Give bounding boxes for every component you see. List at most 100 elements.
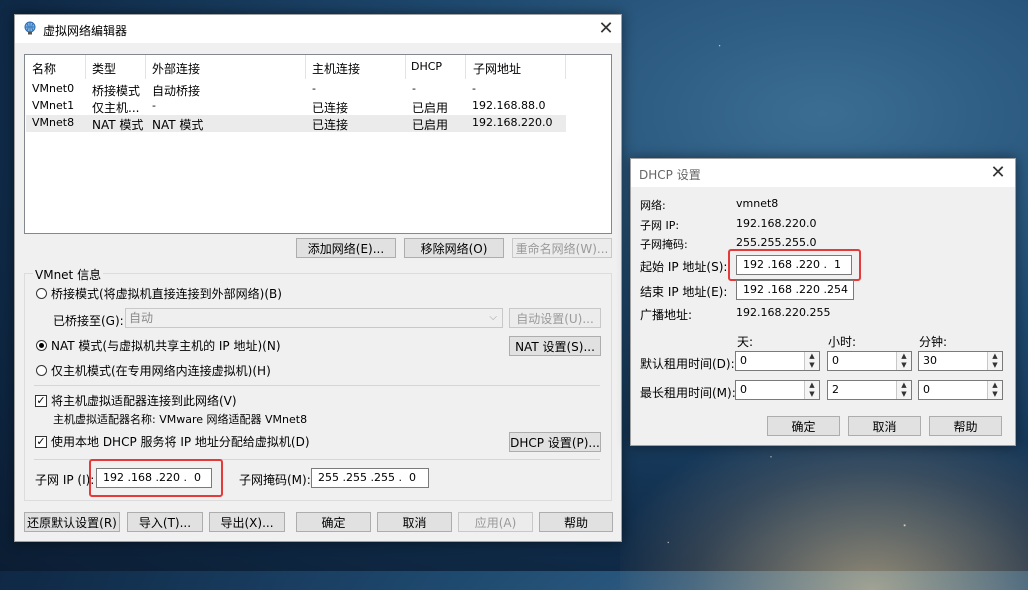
- stepper-value: 2: [832, 383, 839, 396]
- max-lease-label: 最长租用时间(M):: [640, 386, 736, 400]
- network-list[interactable]: 名称 类型 外部连接 主机连接 DHCP 子网地址 VMnet0 桥接模式 自动…: [24, 54, 612, 234]
- chevron-up-icon[interactable]: ▲: [987, 352, 1002, 361]
- column-header-type[interactable]: 类型: [92, 60, 116, 77]
- rename-network-button[interactable]: 重命名网络(W)...: [512, 238, 612, 258]
- nat-mode-radio[interactable]: [36, 340, 47, 351]
- cancel-button[interactable]: 取消: [377, 512, 452, 532]
- table-row[interactable]: VMnet1 仅主机... - 已连接 已启用 192.168.88.0: [26, 98, 566, 115]
- export-button[interactable]: 导出(X)...: [209, 512, 285, 532]
- restore-defaults-button[interactable]: 还原默认设置(R): [24, 512, 120, 532]
- dhcp-cancel-button[interactable]: 取消: [848, 416, 921, 436]
- list-header: 名称 类型 外部连接 主机连接 DHCP 子网地址: [25, 55, 611, 79]
- bridge-mode-label[interactable]: 桥接模式(将虚拟机直接连接到外部网络)(B): [51, 285, 282, 302]
- dhcp-help-button[interactable]: 帮助: [929, 416, 1002, 436]
- default-lease-days-stepper[interactable]: 0 ▲ ▼: [735, 351, 820, 371]
- table-row[interactable]: VMnet8 NAT 模式 NAT 模式 已连接 已启用 192.168.220…: [26, 115, 566, 132]
- dhcp-service-checkbox[interactable]: ✓: [35, 436, 47, 448]
- chevron-up-icon[interactable]: ▲: [896, 352, 911, 361]
- apply-button[interactable]: 应用(A): [458, 512, 533, 532]
- network-value: vmnet8: [736, 197, 779, 210]
- add-network-button[interactable]: 添加网络(E)...: [296, 238, 396, 258]
- chevron-up-icon[interactable]: ▲: [896, 381, 911, 390]
- subnet-ip-label: 子网 IP (I):: [35, 473, 95, 487]
- help-button[interactable]: 帮助: [539, 512, 613, 532]
- broadcast-label: 广播地址:: [640, 308, 693, 322]
- highlight-box: [89, 459, 223, 497]
- cell-subnet: 192.168.88.0: [472, 99, 546, 112]
- subnet-mask-value: 255.255.255.0: [736, 236, 817, 249]
- auto-settings-button[interactable]: 自动设置(U)...: [509, 308, 601, 328]
- cell-dhcp: -: [412, 82, 416, 95]
- subnet-mask-label: 子网掩码(M):: [239, 473, 311, 487]
- bridge-mode-radio[interactable]: [36, 288, 47, 299]
- subnet-mask-input[interactable]: 255 .255 .255 . 0: [311, 468, 429, 488]
- nat-mode-label[interactable]: NAT 模式(与虚拟机共享主机的 IP 地址)(N): [51, 337, 281, 354]
- max-lease-minutes-stepper[interactable]: 0 ▲ ▼: [918, 380, 1003, 400]
- end-ip-label: 结束 IP 地址(E):: [640, 285, 728, 299]
- cell-host: -: [312, 82, 316, 95]
- adapter-name-text: 主机虚拟适配器名称: VMware 网络适配器 VMnet8: [53, 413, 308, 426]
- dhcp-service-label[interactable]: 使用本地 DHCP 服务将 IP 地址分配给虚拟机(D): [51, 433, 310, 450]
- window-title: 虚拟网络编辑器: [43, 24, 128, 38]
- cell-type: 桥接模式: [92, 84, 141, 98]
- dhcp-ok-button[interactable]: 确定: [767, 416, 840, 436]
- default-lease-label: 默认租用时间(D):: [640, 357, 735, 371]
- subnet-mask-label: 子网掩码:: [640, 238, 688, 251]
- cell-subnet: -: [472, 82, 476, 95]
- end-ip-input[interactable]: 192 .168 .220 .254: [736, 280, 854, 300]
- subnet-ip-label: 子网 IP:: [640, 219, 680, 232]
- nat-settings-button[interactable]: NAT 设置(S)...: [509, 336, 601, 356]
- chevron-down-icon[interactable]: ▼: [804, 390, 819, 399]
- max-lease-days-stepper[interactable]: 0 ▲ ▼: [735, 380, 820, 400]
- cell-external: NAT 模式: [152, 118, 204, 132]
- subnet-ip-value: 192.168.220.0: [736, 217, 817, 230]
- chevron-down-icon[interactable]: ▼: [896, 361, 911, 370]
- remove-network-button[interactable]: 移除网络(O): [404, 238, 504, 258]
- host-only-label[interactable]: 仅主机模式(在专用网络内连接虚拟机)(H): [51, 362, 271, 379]
- column-header-dhcp[interactable]: DHCP: [411, 60, 442, 73]
- connect-adapter-checkbox[interactable]: ✓: [35, 395, 47, 407]
- minutes-column-label: 分钟:: [919, 335, 948, 349]
- column-header-name[interactable]: 名称: [32, 60, 56, 77]
- cell-name: VMnet8: [32, 116, 75, 129]
- days-column-label: 天:: [737, 335, 754, 349]
- table-row[interactable]: VMnet0 桥接模式 自动桥接 - - -: [26, 81, 566, 98]
- column-header-host[interactable]: 主机连接: [312, 60, 360, 77]
- default-lease-minutes-stepper[interactable]: 30 ▲ ▼: [918, 351, 1003, 371]
- default-lease-hours-stepper[interactable]: 0 ▲ ▼: [827, 351, 912, 371]
- chevron-down-icon[interactable]: ▼: [987, 390, 1002, 399]
- title-bar: DHCP 设置 ✕: [631, 159, 1015, 187]
- close-icon[interactable]: ✕: [987, 162, 1009, 184]
- dhcp-settings-button[interactable]: DHCP 设置(P)...: [509, 432, 601, 452]
- cell-type: 仅主机...: [92, 101, 140, 115]
- network-globe-icon: [23, 21, 37, 35]
- stepper-value: 0: [923, 383, 930, 396]
- virtual-network-editor-window: 虚拟网络编辑器 ✕ 名称 类型 外部连接 主机连接 DHCP 子网地址 VMne…: [14, 14, 622, 542]
- column-header-subnet[interactable]: 子网地址: [473, 60, 521, 77]
- column-header-external[interactable]: 外部连接: [152, 60, 200, 77]
- close-icon[interactable]: ✕: [595, 18, 617, 40]
- stepper-value: 30: [923, 354, 937, 367]
- chevron-up-icon[interactable]: ▲: [804, 352, 819, 361]
- max-lease-hours-stepper[interactable]: 2 ▲ ▼: [827, 380, 912, 400]
- bridged-to-label: 已桥接至(G):: [53, 314, 124, 328]
- chevron-down-icon: ⌵: [489, 312, 497, 323]
- chevron-down-icon[interactable]: ▼: [804, 361, 819, 370]
- divider: [34, 385, 600, 386]
- network-label: 网络:: [640, 199, 666, 212]
- chevron-up-icon[interactable]: ▲: [804, 381, 819, 390]
- chevron-down-icon[interactable]: ▼: [896, 390, 911, 399]
- ok-button[interactable]: 确定: [296, 512, 371, 532]
- stepper-value: 0: [740, 354, 747, 367]
- cell-dhcp: 已启用: [412, 118, 449, 132]
- highlight-box: [728, 249, 861, 281]
- connect-adapter-label[interactable]: 将主机虚拟适配器连接到此网络(V): [51, 392, 237, 409]
- stepper-value: 0: [832, 354, 839, 367]
- chevron-up-icon[interactable]: ▲: [987, 381, 1002, 390]
- chevron-down-icon[interactable]: ▼: [987, 361, 1002, 370]
- cell-external: -: [152, 99, 156, 112]
- import-button[interactable]: 导入(T)...: [127, 512, 203, 532]
- host-only-radio[interactable]: [36, 365, 47, 376]
- bridged-to-select[interactable]: 自动 ⌵: [125, 308, 503, 328]
- cell-dhcp: 已启用: [412, 101, 449, 115]
